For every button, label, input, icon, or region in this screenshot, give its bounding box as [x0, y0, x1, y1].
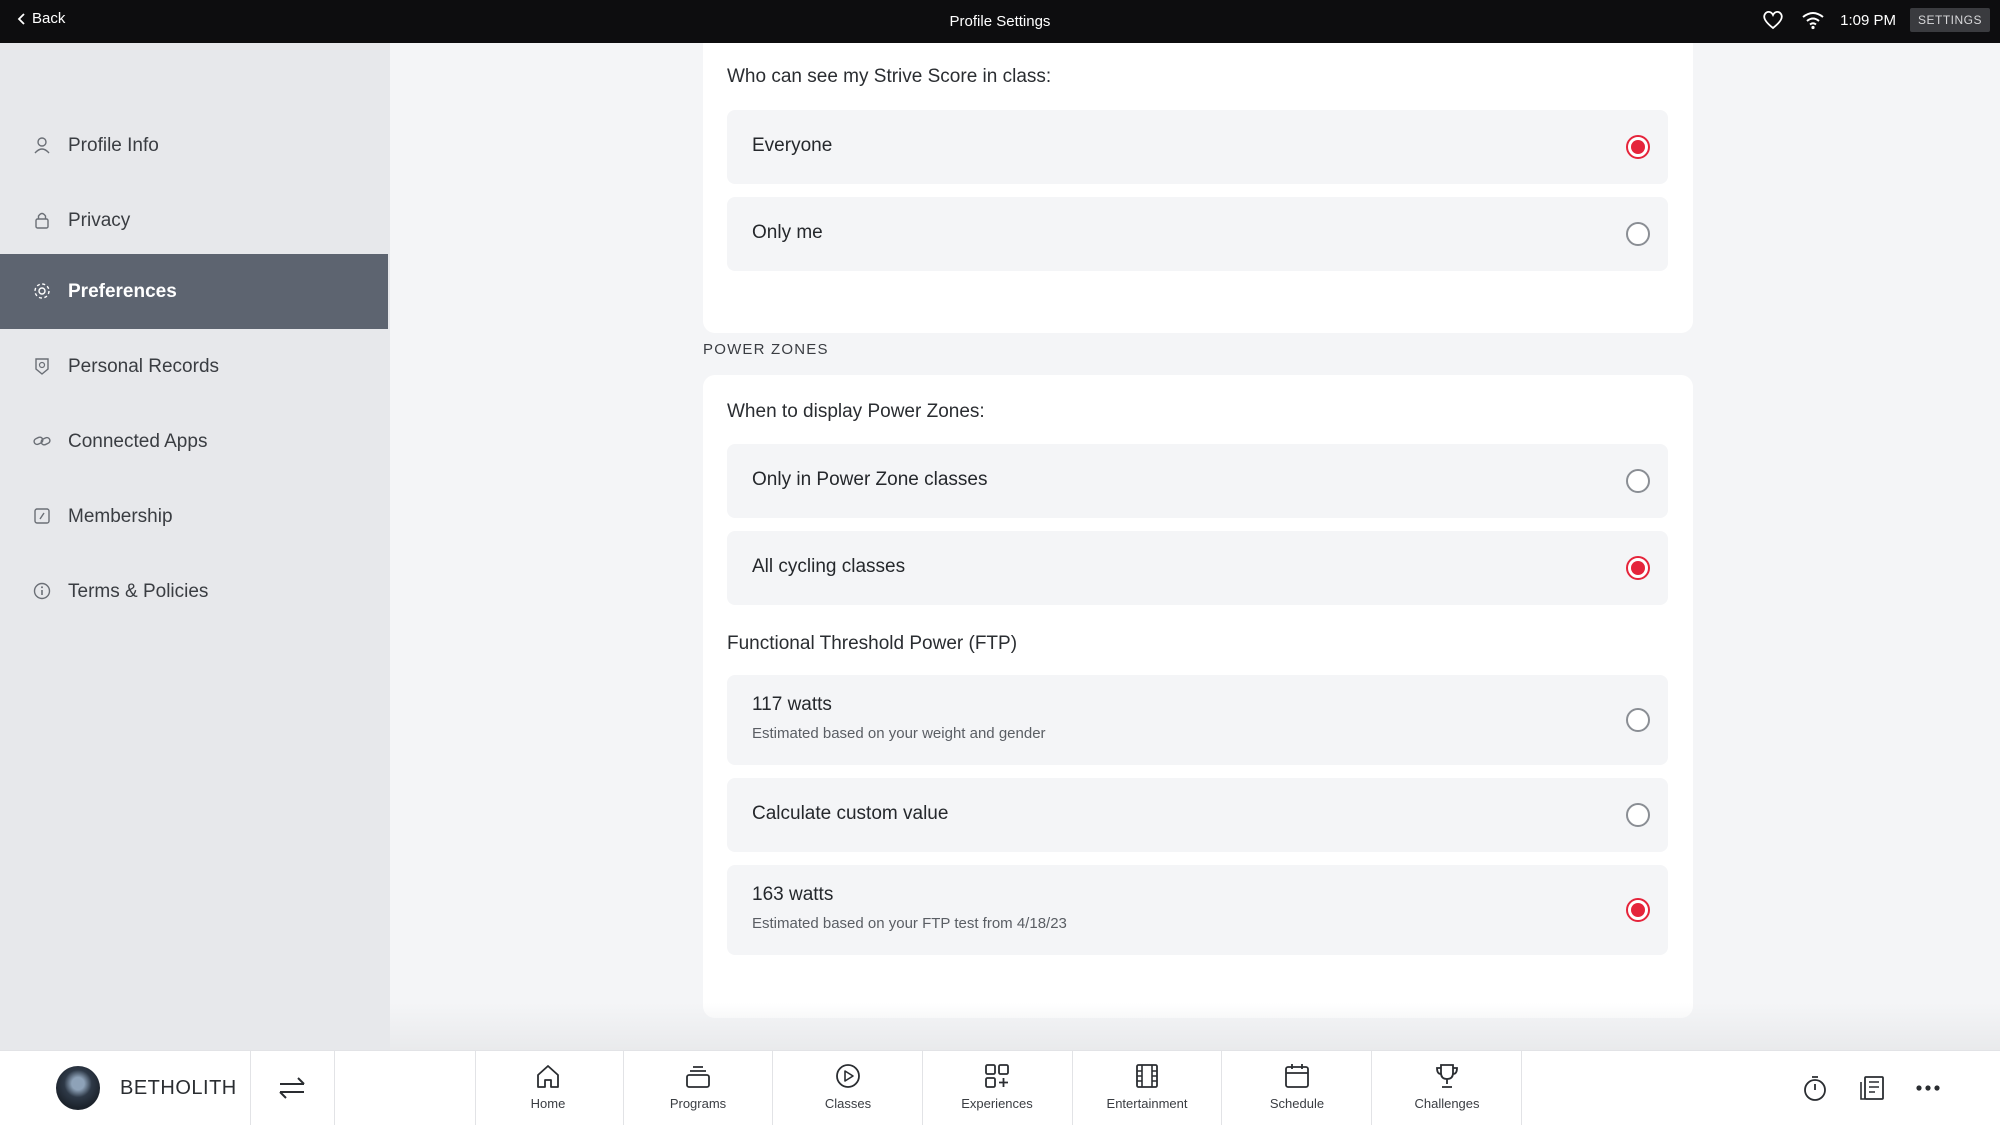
nav-label: Programs [669, 1096, 727, 1111]
divider [250, 1051, 251, 1125]
divider [772, 1051, 773, 1125]
metrics-panel-icon[interactable] [1857, 1073, 1887, 1103]
option-all-cycling-classes[interactable]: All cycling classes [727, 531, 1668, 605]
home-icon [537, 1065, 559, 1088]
option-sublabel: Estimated based on your weight and gende… [752, 725, 1046, 742]
option-sublabel: Estimated based on your FTP test from 4/… [752, 915, 1067, 932]
option-calculate-custom[interactable]: Calculate custom value [727, 778, 1668, 852]
option-everyone[interactable]: Everyone [727, 110, 1668, 184]
play-icon [836, 1064, 860, 1088]
nav-label: Challenges [1414, 1096, 1480, 1111]
section-title-power-zones: POWER ZONES [703, 341, 829, 358]
heart-icon[interactable] [1760, 8, 1786, 32]
divider [1371, 1051, 1372, 1125]
strive-question: Who can see my Strive Score in class: [727, 66, 1052, 87]
radio-unselected[interactable] [1626, 222, 1650, 246]
avatar [56, 1066, 100, 1110]
nav-label: Classes [824, 1096, 872, 1111]
radio-unselected[interactable] [1626, 708, 1650, 732]
settings-sidebar: Profile Info Privacy Preferences Persona… [0, 43, 390, 1050]
divider [1072, 1051, 1073, 1125]
radio-selected[interactable] [1626, 898, 1650, 922]
sidebar-item-label: Personal Records [68, 355, 220, 377]
sidebar-item-label: Profile Info [68, 134, 159, 156]
option-ftp-117[interactable]: 117 watts Estimated based on your weight… [727, 675, 1668, 765]
sidebar-item-connected-apps[interactable]: Connected Apps [0, 404, 388, 479]
power-zones-question: When to display Power Zones: [727, 401, 985, 422]
settings-button[interactable]: SETTINGS [1909, 8, 1990, 32]
nav-programs[interactable]: Programs [628, 1059, 768, 1121]
calendar-icon [1285, 1064, 1309, 1088]
sidebar-item-label: Terms & Policies [68, 580, 209, 602]
nav-label: Experiences [961, 1096, 1033, 1111]
option-label: Everyone [752, 135, 833, 156]
page-title: Profile Settings [949, 13, 1051, 30]
gear-icon [32, 281, 54, 303]
nav-entertainment[interactable]: Entertainment [1077, 1059, 1217, 1121]
username: BETHOLITH [120, 1076, 237, 1099]
nav-label: Schedule [1269, 1096, 1325, 1111]
option-power-zone-classes[interactable]: Only in Power Zone classes [727, 444, 1668, 518]
radio-selected[interactable] [1626, 135, 1650, 159]
nav-challenges[interactable]: Challenges [1377, 1059, 1517, 1121]
preferences-panel[interactable]: Who can see my Strive Score in class: Ev… [390, 43, 2000, 1050]
option-only-me[interactable]: Only me [727, 197, 1668, 271]
nav-label: Entertainment [1106, 1096, 1188, 1111]
lock-icon [32, 210, 54, 232]
scroll-fade [390, 1003, 2000, 1050]
sidebar-item-label: Membership [68, 505, 173, 527]
option-label: Calculate custom value [752, 803, 949, 824]
nav-label: Home [530, 1096, 566, 1111]
radio-selected[interactable] [1626, 556, 1650, 580]
grid-plus-icon [985, 1064, 1009, 1088]
more-icon[interactable] [1913, 1073, 1943, 1103]
option-ftp-163[interactable]: 163 watts Estimated based on your FTP te… [727, 865, 1668, 955]
nav-home[interactable]: Home [478, 1059, 618, 1121]
ftp-label: Functional Threshold Power (FTP) [727, 633, 1018, 654]
sidebar-item-membership[interactable]: Membership [0, 479, 388, 554]
sidebar-item-label: Privacy [68, 209, 131, 231]
nav-schedule[interactable]: Schedule [1227, 1059, 1367, 1121]
programs-icon [686, 1066, 710, 1088]
swap-arrows-icon[interactable] [274, 1073, 310, 1103]
divider [922, 1051, 923, 1125]
nav-experiences[interactable]: Experiences [927, 1059, 1067, 1121]
clock-time: 1:09 PM [1840, 11, 1896, 29]
wifi-icon [1802, 12, 1824, 30]
status-bar: Back Profile Settings 1:09 PM SETTINGS [0, 0, 2000, 43]
sidebar-item-preferences[interactable]: Preferences [0, 254, 388, 329]
person-icon [32, 135, 54, 157]
user-profile-button[interactable]: BETHOLITH [56, 1066, 237, 1110]
sidebar-item-label: Connected Apps [68, 430, 208, 452]
option-label: Only in Power Zone classes [752, 469, 988, 490]
divider [475, 1051, 476, 1125]
option-label: 163 watts [752, 884, 834, 905]
option-label: 117 watts [752, 694, 832, 715]
divider [623, 1051, 624, 1125]
divider [334, 1051, 335, 1125]
radio-unselected[interactable] [1626, 469, 1650, 493]
divider [1521, 1051, 1522, 1125]
sidebar-item-personal-records[interactable]: Personal Records [0, 329, 388, 404]
timer-icon[interactable] [1800, 1073, 1830, 1103]
nav-classes[interactable]: Classes [778, 1059, 918, 1121]
link-icon [32, 431, 54, 453]
sidebar-item-label: Preferences [68, 280, 177, 302]
trophy-icon [1436, 1064, 1458, 1088]
status-icons: 1:09 PM SETTINGS [1760, 8, 1990, 32]
option-label: All cycling classes [752, 556, 906, 577]
bottom-nav-bar: BETHOLITH Home Programs Classes Experien… [0, 1050, 2000, 1125]
badge-icon [32, 356, 54, 378]
film-icon [1136, 1064, 1158, 1088]
radio-unselected[interactable] [1626, 803, 1650, 827]
sidebar-item-privacy[interactable]: Privacy [0, 183, 388, 258]
info-icon [32, 581, 54, 603]
sidebar-item-profile-info[interactable]: Profile Info [0, 108, 388, 183]
sidebar-item-terms-policies[interactable]: Terms & Policies [0, 554, 388, 629]
divider [1221, 1051, 1222, 1125]
membership-icon [32, 506, 54, 528]
option-label: Only me [752, 222, 823, 243]
